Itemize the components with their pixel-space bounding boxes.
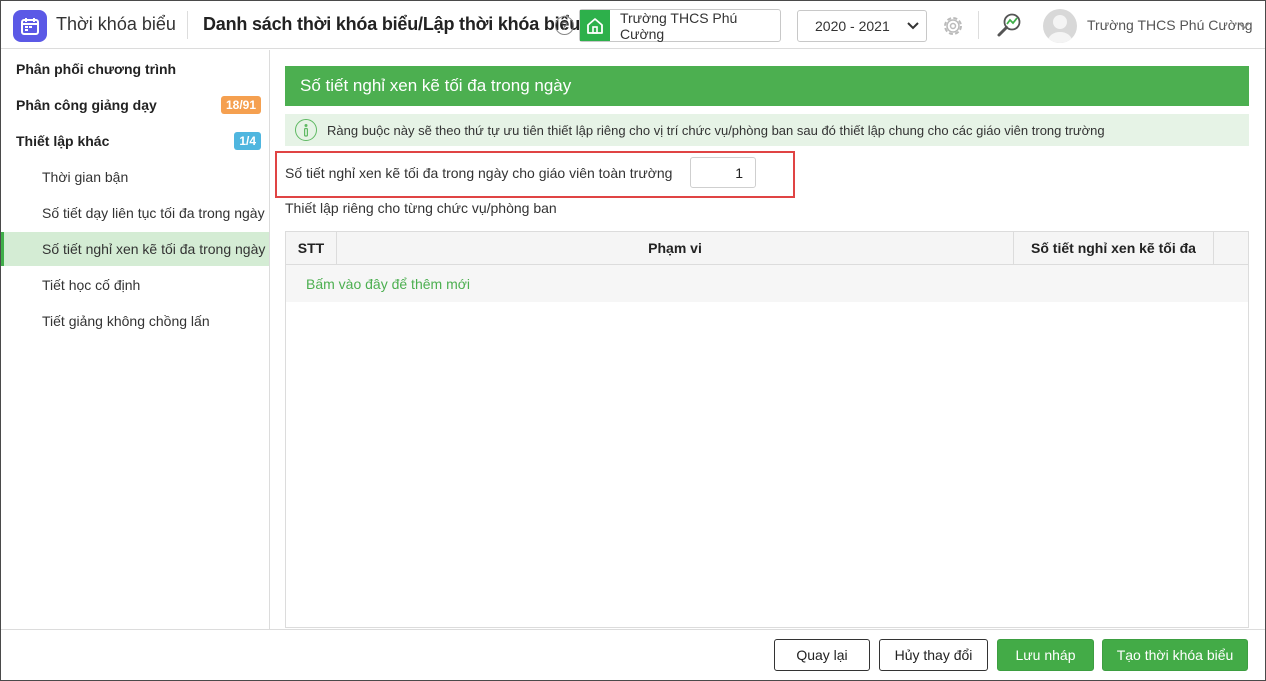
sidebar-item-label: Số tiết nghỉ xen kẽ tối đa trong ngày — [42, 241, 266, 257]
avatar[interactable] — [1043, 9, 1077, 43]
sidebar-item-non-overlap[interactable]: Tiết giảng không chồng lấn — [1, 304, 269, 338]
chevron-down-icon[interactable] — [1238, 19, 1250, 31]
page-title: Danh sách thời khóa biểu/Lập thời khóa b… — [203, 14, 581, 34]
settings-table: STT Phạm vi Số tiết nghỉ xen kẽ tối đa B… — [285, 231, 1249, 628]
sidebar-item-label: Thiết lập khác — [16, 133, 110, 149]
sidebar-item-max-gaps[interactable]: Số tiết nghỉ xen kẽ tối đa trong ngày — [1, 232, 269, 266]
column-header-max-gaps: Số tiết nghỉ xen kẽ tối đa — [1014, 232, 1214, 264]
count-badge: 1/4 — [234, 132, 261, 150]
gear-icon[interactable] — [941, 14, 965, 38]
school-name: Trường THCS Phú Cường — [619, 9, 738, 42]
sidebar-item-fixed-periods[interactable]: Tiết học cố định — [1, 268, 269, 302]
chevron-down-icon — [900, 22, 926, 30]
sidebar-item-label: Phân công giảng dạy — [16, 97, 157, 113]
add-new-row[interactable]: Bấm vào đây để thêm mới — [286, 265, 1248, 302]
home-icon — [580, 10, 610, 41]
year-dropdown[interactable]: 2020 - 2021 — [797, 10, 927, 42]
sidebar-item-max-consecutive[interactable]: Số tiết dạy liên tục tối đa trong ngày — [1, 196, 269, 230]
sidebar-item-label: Tiết học cố định — [42, 277, 141, 293]
column-header-stt: STT — [286, 232, 337, 264]
school-selector[interactable]: Trường THCS Phú Cường — [579, 9, 781, 42]
back-button[interactable]: Quay lại — [774, 639, 870, 671]
section-title-text: Số tiết nghỉ xen kẽ tối đa trong ngày — [300, 76, 572, 95]
header-divider — [187, 11, 188, 39]
sidebar-item-busy-time[interactable]: Thời gian bận — [1, 160, 269, 194]
sidebar: Phân phối chương trình Phân công giảng d… — [1, 50, 270, 629]
footer-bar: Quay lại Hủy thay đổi Lưu nháp Tạo thời … — [1, 629, 1265, 680]
calendar-icon[interactable] — [13, 10, 47, 42]
sidebar-item-curriculum[interactable]: Phân phối chương trình — [1, 52, 269, 86]
search-chart-icon[interactable] — [995, 11, 1023, 39]
add-new-link[interactable]: Bấm vào đây để thêm mới — [306, 276, 470, 292]
info-icon — [295, 119, 317, 141]
count-badge: 18/91 — [220, 96, 261, 114]
column-header-scope: Phạm vi — [337, 232, 1014, 264]
header-divider — [978, 11, 979, 39]
max-gap-input[interactable] — [690, 157, 756, 188]
app-title[interactable]: Thời khóa biểu — [56, 14, 176, 35]
sub-section-label: Thiết lập riêng cho từng chức vụ/phòng b… — [285, 200, 557, 216]
create-timetable-button[interactable]: Tạo thời khóa biểu — [1102, 639, 1248, 671]
sidebar-item-label: Phân phối chương trình — [16, 61, 177, 77]
year-value: 2020 - 2021 — [815, 18, 890, 34]
setting-label: Số tiết nghỉ xen kẽ tối đa trong ngày ch… — [285, 165, 673, 181]
discard-changes-button[interactable]: Hủy thay đổi — [879, 639, 988, 671]
user-name[interactable]: Trường THCS Phú Cường — [1087, 17, 1253, 33]
section-title: Số tiết nghỉ xen kẽ tối đa trong ngày — [285, 66, 1249, 106]
question-icon[interactable]: ? — [555, 16, 574, 35]
sidebar-item-other-settings[interactable]: Thiết lập khác 1/4 — [1, 124, 269, 158]
info-text: Ràng buộc này sẽ theo thứ tự ưu tiên thi… — [327, 122, 1105, 138]
sidebar-item-label: Tiết giảng không chồng lấn — [42, 313, 210, 329]
column-header-actions — [1214, 232, 1248, 264]
sidebar-item-teaching-assignment[interactable]: Phân công giảng dạy 18/91 — [1, 88, 269, 122]
table-header: STT Phạm vi Số tiết nghỉ xen kẽ tối đa — [286, 232, 1248, 265]
top-header: Thời khóa biểu Danh sách thời khóa biểu/… — [1, 1, 1265, 49]
info-banner: Ràng buộc này sẽ theo thứ tự ưu tiên thi… — [285, 114, 1249, 146]
save-draft-button[interactable]: Lưu nháp — [997, 639, 1094, 671]
sidebar-item-label: Số tiết dạy liên tục tối đa trong ngày — [42, 205, 265, 221]
sidebar-item-label: Thời gian bận — [42, 169, 129, 185]
